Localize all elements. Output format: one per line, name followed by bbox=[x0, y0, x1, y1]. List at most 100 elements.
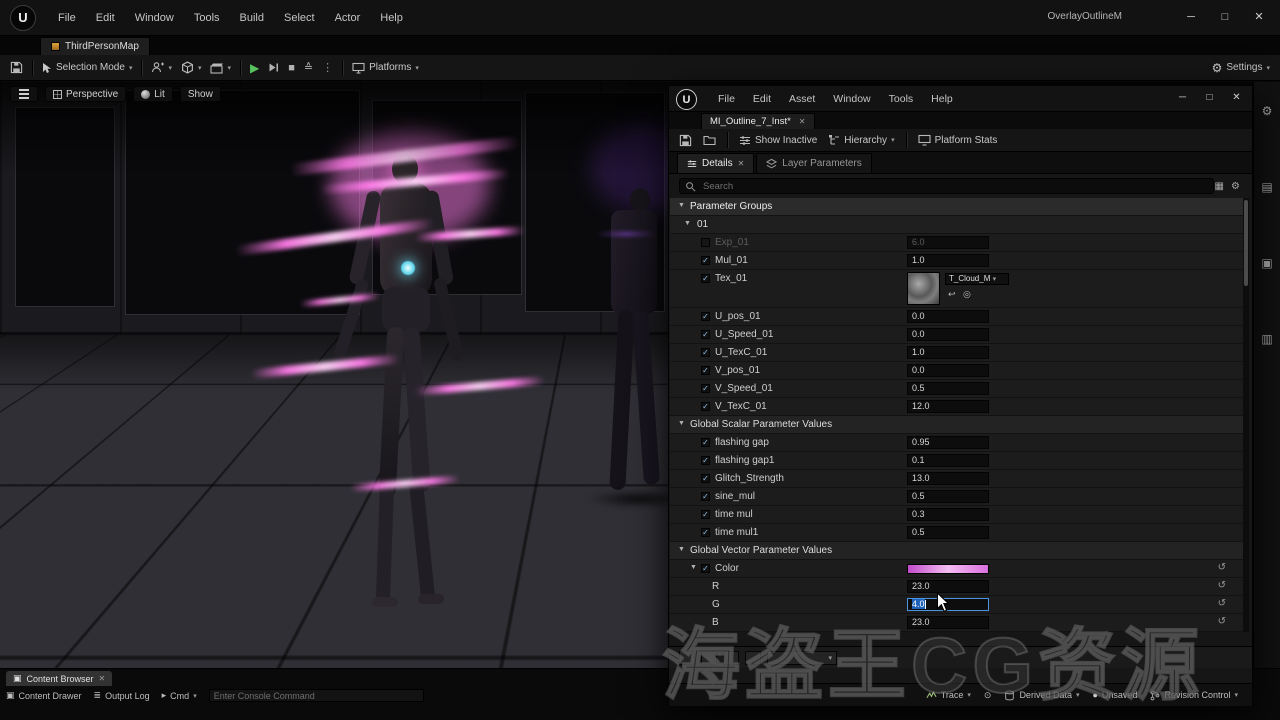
play-options-icon[interactable]: ⋮ bbox=[322, 61, 333, 74]
outliner-panel-icon[interactable]: ▣ bbox=[1261, 256, 1272, 270]
search-input[interactable] bbox=[701, 180, 1208, 193]
search-box[interactable] bbox=[679, 178, 1214, 194]
color-swatch[interactable] bbox=[907, 564, 989, 574]
bottom-toolbar-button[interactable] bbox=[745, 651, 761, 665]
parameter-value-field[interactable]: 12.0 bbox=[907, 400, 989, 413]
save-button[interactable] bbox=[679, 134, 692, 147]
insights-icon[interactable]: ⊙ bbox=[984, 690, 992, 701]
reset-to-default-icon[interactable]: ↺ bbox=[1218, 616, 1226, 627]
platform-stats-button[interactable]: Platform Stats bbox=[918, 134, 998, 146]
maximize-button[interactable]: □ bbox=[1196, 87, 1223, 109]
skip-button[interactable] bbox=[268, 62, 279, 73]
override-checkbox[interactable]: ✓ bbox=[701, 510, 710, 519]
scrollbar[interactable] bbox=[1243, 198, 1249, 632]
scrollbar-thumb[interactable] bbox=[1244, 200, 1248, 286]
eject-button[interactable]: ≙ bbox=[304, 62, 313, 74]
override-checkbox[interactable]: ✓ bbox=[701, 348, 710, 357]
collapse-arrow-icon[interactable]: ▼ bbox=[678, 202, 685, 209]
bottom-toolbar-button[interactable] bbox=[723, 651, 739, 665]
group-row[interactable]: ▼01 bbox=[670, 216, 1246, 234]
parameter-value-field[interactable]: 0.95 bbox=[907, 436, 989, 449]
parameter-value-field[interactable]: 0.0 bbox=[907, 328, 989, 341]
texture-asset-dropdown[interactable]: T_Cloud_M ▾ bbox=[945, 273, 1009, 285]
parameter-row[interactable]: ✓Tex_01T_Cloud_M ▾↩◎ bbox=[670, 270, 1246, 308]
section-header[interactable]: ▼Global Vector Parameter Values bbox=[670, 542, 1246, 560]
parameter-value-field[interactable]: 0.0 bbox=[907, 310, 989, 323]
viewport-lit-button[interactable]: Lit bbox=[133, 86, 173, 102]
cinematics-button[interactable]: ▾ bbox=[210, 62, 231, 74]
menu-window[interactable]: Window bbox=[125, 8, 184, 28]
parameter-row[interactable]: ✓flashing gap10.1 bbox=[670, 452, 1246, 470]
override-checkbox[interactable]: ✓ bbox=[701, 564, 710, 573]
parameter-row[interactable]: R23.0↺ bbox=[670, 578, 1246, 596]
minimize-button[interactable]: ─ bbox=[1169, 87, 1196, 109]
minimize-button[interactable]: ─ bbox=[1174, 4, 1208, 30]
stop-button[interactable]: ■ bbox=[288, 62, 295, 74]
parameter-row[interactable]: ✓U_TexC_011.0 bbox=[670, 344, 1246, 362]
parameter-row[interactable]: ✓V_pos_010.0 bbox=[670, 362, 1246, 380]
tab-layer-parameters[interactable]: Layer Parameters bbox=[756, 153, 871, 173]
menu-file[interactable]: File bbox=[709, 90, 744, 108]
browse-to-asset-button[interactable] bbox=[703, 134, 716, 146]
use-selected-asset-icon[interactable]: ↩ bbox=[948, 289, 956, 300]
output-log-button[interactable]: ≣ Output Log bbox=[94, 690, 150, 701]
unsaved-button[interactable]: ● Unsaved bbox=[1092, 690, 1137, 700]
parameter-row[interactable]: ▼✓Color↺ bbox=[670, 560, 1246, 578]
revision-control-button[interactable]: Revision Control▾ bbox=[1150, 690, 1238, 701]
selection-mode-dropdown[interactable]: Selection Mode▾ bbox=[42, 62, 132, 74]
bottom-toolbar-button[interactable] bbox=[679, 651, 695, 665]
layers-panel-icon[interactable]: ▥ bbox=[1261, 332, 1272, 346]
collapse-arrow-icon[interactable]: ▼ bbox=[678, 420, 685, 427]
parameter-value-field[interactable]: 13.0 bbox=[907, 472, 989, 485]
parameter-value-field[interactable]: 0.5 bbox=[907, 382, 989, 395]
cmd-dropdown[interactable]: ▸ Cmd▾ bbox=[162, 690, 197, 701]
parameter-row[interactable]: ✓flashing gap0.95 bbox=[670, 434, 1246, 452]
close-icon[interactable]: ✕ bbox=[99, 674, 106, 683]
override-checkbox[interactable]: ✓ bbox=[701, 402, 710, 411]
parameter-row[interactable]: ✓Mul_011.0 bbox=[670, 252, 1246, 270]
parameter-row[interactable]: Exp_016.0 bbox=[670, 234, 1246, 252]
override-checkbox[interactable]: ✓ bbox=[701, 492, 710, 501]
menu-help[interactable]: Help bbox=[370, 8, 413, 28]
view-settings-gear-icon[interactable]: ⚙ bbox=[1231, 181, 1240, 192]
close-button[interactable]: ✕ bbox=[1242, 4, 1276, 30]
parameter-row[interactable]: ✓time mul0.3 bbox=[670, 506, 1246, 524]
show-inactive-toggle[interactable]: Show Inactive bbox=[739, 135, 817, 146]
browse-to-asset-icon[interactable]: ◎ bbox=[963, 289, 971, 300]
override-checkbox[interactable]: ✓ bbox=[701, 438, 710, 447]
content-drawer-button[interactable]: ▣ Content Drawer bbox=[6, 690, 82, 701]
menu-help[interactable]: Help bbox=[922, 90, 962, 108]
close-button[interactable]: ✕ bbox=[1223, 87, 1250, 109]
level-tab-thirdpersonmap[interactable]: ThirdPersonMap bbox=[40, 37, 150, 55]
viewport-show-button[interactable]: Show bbox=[180, 86, 221, 102]
parameter-value-field[interactable]: 1.0 bbox=[907, 254, 989, 267]
collapse-arrow-icon[interactable]: ▼ bbox=[678, 546, 685, 553]
section-header[interactable]: ▼Global Scalar Parameter Values bbox=[670, 416, 1246, 434]
parameter-value-field[interactable]: 6.0 bbox=[907, 236, 989, 249]
derived-data-button[interactable]: Derived Data▾ bbox=[1004, 690, 1079, 701]
asset-tab[interactable]: MI_Outline_7_Inst* ✕ bbox=[701, 113, 815, 129]
menu-build[interactable]: Build bbox=[230, 8, 274, 28]
override-checkbox[interactable]: ✓ bbox=[701, 366, 710, 375]
tab-details[interactable]: Details ✕ bbox=[677, 153, 754, 173]
maximize-button[interactable]: □ bbox=[1208, 4, 1242, 30]
viewport-perspective-button[interactable]: Perspective bbox=[45, 86, 126, 102]
override-checkbox[interactable]: ✓ bbox=[701, 384, 710, 393]
trace-button[interactable]: Trace▾ bbox=[926, 690, 971, 700]
menu-tools[interactable]: Tools bbox=[880, 90, 923, 108]
material-window-titlebar[interactable]: U File Edit Asset Window Tools Help ─ □ … bbox=[669, 86, 1252, 112]
reset-to-default-icon[interactable]: ↺ bbox=[1218, 598, 1226, 609]
menu-tools[interactable]: Tools bbox=[184, 8, 230, 28]
parameter-value-field[interactable]: 0.0 bbox=[907, 364, 989, 377]
display-options-icon[interactable]: ▦ bbox=[1215, 181, 1224, 192]
menu-edit[interactable]: Edit bbox=[86, 8, 125, 28]
collapse-arrow-icon[interactable]: ▼ bbox=[684, 220, 691, 227]
bottom-toolbar-dropdown[interactable]: ▾ bbox=[767, 651, 837, 665]
parameter-row[interactable]: ✓time mul10.5 bbox=[670, 524, 1246, 542]
parameter-value-field[interactable]: 0.5 bbox=[907, 526, 989, 539]
parameter-value-field[interactable]: 0.3 bbox=[907, 508, 989, 521]
parameter-row[interactable]: ✓V_TexC_0112.0 bbox=[670, 398, 1246, 416]
details-panel-icon[interactable]: ▤ bbox=[1261, 180, 1272, 194]
menu-file[interactable]: File bbox=[48, 8, 86, 28]
menu-actor[interactable]: Actor bbox=[325, 8, 371, 28]
